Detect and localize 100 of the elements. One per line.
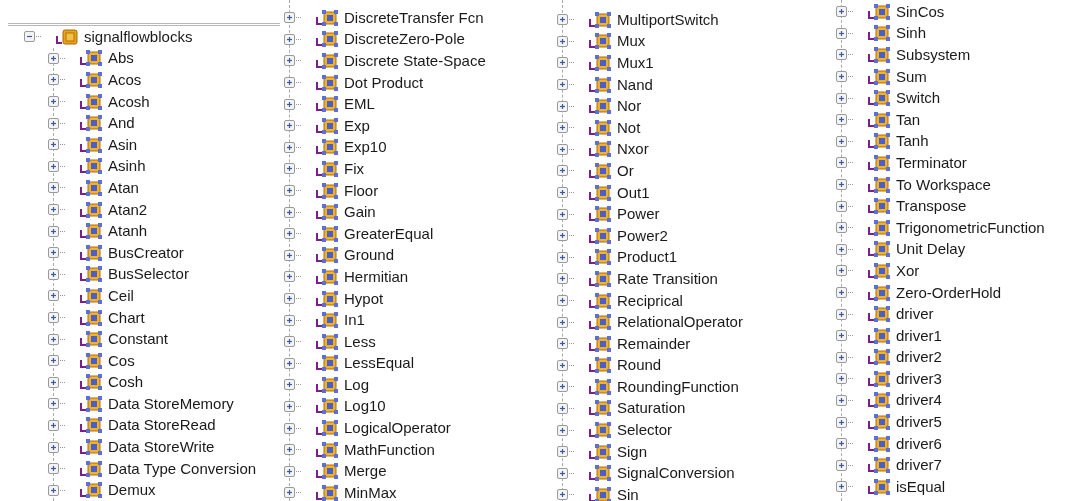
tree-item-label[interactable]: And xyxy=(108,114,135,133)
expand-icon[interactable] xyxy=(557,316,568,328)
expand-icon[interactable] xyxy=(557,251,568,263)
tree-item-label[interactable]: Atanh xyxy=(108,222,148,241)
expand-icon[interactable] xyxy=(48,420,59,431)
tree-item-label[interactable]: Nxor xyxy=(617,140,649,159)
tree-item-label[interactable]: GreaterEqual xyxy=(344,224,434,243)
expand-icon[interactable] xyxy=(557,165,568,177)
expand-icon[interactable] xyxy=(284,379,295,391)
tree-item-label[interactable]: Product1 xyxy=(617,248,678,267)
tree-item-label[interactable]: Sin xyxy=(617,485,639,501)
expand-icon[interactable] xyxy=(836,459,847,471)
tree-item-label[interactable]: Asin xyxy=(108,135,138,154)
expand-icon[interactable] xyxy=(836,416,847,428)
expand-icon[interactable] xyxy=(836,287,847,298)
tree-item-label[interactable]: MinMax xyxy=(344,483,397,501)
tree-item-label[interactable]: Fix xyxy=(344,159,364,178)
expand-icon[interactable] xyxy=(557,14,568,26)
expand-icon[interactable] xyxy=(836,71,847,83)
expand-icon[interactable] xyxy=(284,12,295,24)
tree-item-label[interactable]: Sign xyxy=(617,442,648,461)
expand-icon[interactable] xyxy=(284,357,295,369)
tree-item-label[interactable]: Demux xyxy=(108,481,156,500)
expand-icon[interactable] xyxy=(48,247,59,259)
tree-item-label[interactable]: Tan xyxy=(896,110,921,129)
tree-item-label[interactable]: RelationalOperator xyxy=(617,313,743,332)
expand-icon[interactable] xyxy=(836,265,847,277)
tree-item-label[interactable]: SignalConversion xyxy=(617,464,735,483)
expand-icon[interactable] xyxy=(836,351,847,363)
expand-icon[interactable] xyxy=(48,290,59,302)
tree-item-label[interactable]: signalflowblocks xyxy=(84,27,193,46)
expand-icon[interactable] xyxy=(836,308,847,320)
tree-item-label[interactable]: Power xyxy=(617,205,660,224)
tree-item-label[interactable]: Nor xyxy=(617,97,642,116)
expand-icon[interactable] xyxy=(557,295,568,306)
tree-item-label[interactable]: Round xyxy=(617,356,662,375)
expand-icon[interactable] xyxy=(48,117,59,129)
expand-icon[interactable] xyxy=(557,100,568,112)
expand-icon[interactable] xyxy=(284,487,295,499)
tree-item-label[interactable]: Sum xyxy=(896,67,927,86)
tree-item-label[interactable]: Terminator xyxy=(896,153,967,172)
expand-icon[interactable] xyxy=(836,27,847,39)
expand-icon[interactable] xyxy=(557,57,568,69)
expand-icon[interactable] xyxy=(284,98,295,110)
tree-item-label[interactable]: BusSelector xyxy=(108,265,189,284)
tree-item-label[interactable]: Floor xyxy=(344,181,379,200)
tree-item-label[interactable]: Nand xyxy=(617,75,653,94)
tree-item-label[interactable]: Data StoreWrite xyxy=(108,438,215,457)
tree-item-label[interactable]: Exp10 xyxy=(344,138,387,157)
tree-item-label[interactable]: Rate Transition xyxy=(617,269,718,288)
tree-item-label[interactable]: EML xyxy=(344,95,375,114)
tree-item-label[interactable]: Mux xyxy=(617,32,646,51)
tree-item-label[interactable]: Subsystem xyxy=(896,46,971,64)
expand-icon[interactable] xyxy=(836,135,847,147)
expand-icon[interactable] xyxy=(48,160,59,172)
tree-item-label[interactable]: LogicalOperator xyxy=(344,419,451,438)
tree-item-label[interactable]: Unit Delay xyxy=(896,240,966,259)
tree-item-label[interactable]: driver1 xyxy=(896,326,942,345)
tree-item-label[interactable]: RoundingFunction xyxy=(617,377,739,396)
tree-item-label[interactable]: BusCreator xyxy=(108,243,184,262)
expand-icon[interactable] xyxy=(836,6,847,18)
tree-item-label[interactable]: driver5 xyxy=(896,413,942,432)
expand-icon[interactable] xyxy=(557,359,568,371)
expand-icon[interactable] xyxy=(284,120,295,132)
tree-item-label[interactable]: Power2 xyxy=(617,226,668,245)
expand-icon[interactable] xyxy=(48,268,59,280)
expand-icon[interactable] xyxy=(284,401,295,412)
tree-item-label[interactable]: Gain xyxy=(344,203,376,222)
tree-item-label[interactable]: DiscreteZero-Pole xyxy=(344,30,465,49)
expand-icon[interactable] xyxy=(284,422,295,434)
tree-item-label[interactable]: Xor xyxy=(896,261,920,280)
expand-icon[interactable] xyxy=(836,481,847,493)
expand-icon[interactable] xyxy=(836,200,847,212)
tree-item-label[interactable]: Log10 xyxy=(344,397,386,416)
expand-icon[interactable] xyxy=(48,52,59,64)
expand-icon[interactable] xyxy=(557,143,568,155)
tree-item-label[interactable]: MathFunction xyxy=(344,440,435,459)
tree-item-label[interactable]: Constant xyxy=(108,330,169,349)
tree-item-label[interactable]: Data StoreMemory xyxy=(108,394,234,413)
tree-item-label[interactable]: Mux1 xyxy=(617,54,654,72)
tree-item-label[interactable]: Reciprical xyxy=(617,291,683,310)
expand-icon[interactable] xyxy=(284,336,295,348)
tree-item-label[interactable]: Not xyxy=(617,118,641,137)
expand-icon[interactable] xyxy=(284,293,295,304)
expand-icon[interactable] xyxy=(48,225,59,237)
tree-item-label[interactable]: Exp xyxy=(344,116,370,135)
expand-icon[interactable] xyxy=(836,438,847,450)
tree-item-label[interactable]: Sinh xyxy=(896,24,927,43)
tree-item-label[interactable]: Acos xyxy=(108,71,142,89)
expand-icon[interactable] xyxy=(557,230,568,242)
expand-icon[interactable] xyxy=(284,465,295,477)
expand-icon[interactable] xyxy=(284,163,295,175)
expand-icon[interactable] xyxy=(284,206,295,218)
expand-icon[interactable] xyxy=(284,271,295,283)
tree-item-label[interactable]: Transpose xyxy=(896,197,967,216)
expand-icon[interactable] xyxy=(284,228,295,240)
expand-icon[interactable] xyxy=(557,489,568,501)
expand-icon[interactable] xyxy=(48,74,59,86)
expand-icon[interactable] xyxy=(557,273,568,285)
tree-item-label[interactable]: Less xyxy=(344,332,376,351)
